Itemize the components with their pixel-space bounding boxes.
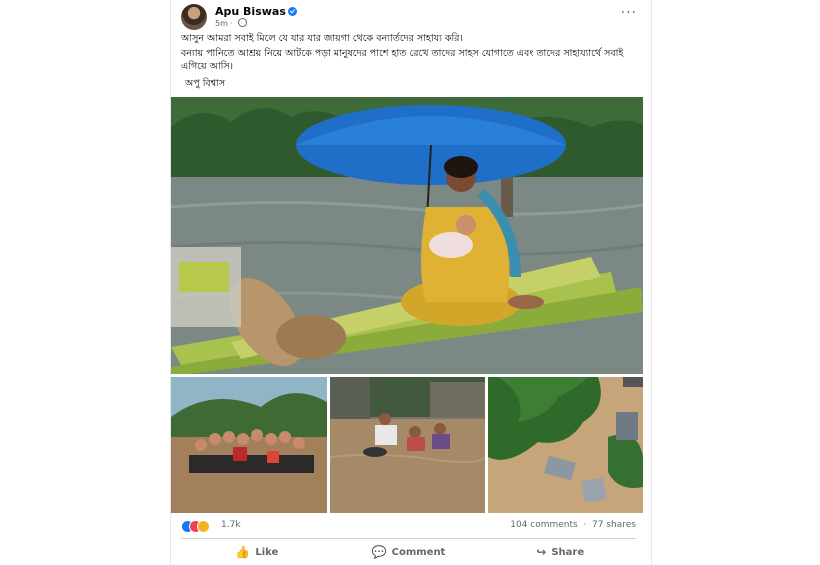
share-icon: ↪	[536, 545, 547, 559]
verified-badge-icon	[287, 7, 297, 16]
post-time[interactable]: 5m	[215, 19, 228, 28]
flood-woman-umbrella-image	[171, 97, 643, 374]
comments-count[interactable]: 104 comments	[510, 520, 578, 530]
reaction-icons[interactable]	[181, 520, 217, 533]
aerial-flood-image	[488, 377, 643, 513]
avatar[interactable]	[181, 4, 207, 30]
post-stats: 1.7k 104 comments · 77 shares	[181, 520, 636, 534]
post-actions: 👍 Like 💬 Comment ↪ Share	[181, 538, 636, 565]
more-options-icon[interactable]: ···	[621, 6, 637, 20]
care-reaction-icon	[197, 520, 210, 533]
comment-label: Comment	[391, 546, 446, 558]
globe-icon	[237, 18, 247, 27]
post-meta: 5m ·	[215, 18, 247, 28]
post-header: Apu Biswas 5m · ···	[181, 4, 641, 30]
caption-line: বন্যায় পানিতে আশ্রয় নিয়ে আটকে পড়া মা…	[181, 48, 624, 72]
thumbnail-photo-rescue-boat[interactable]	[171, 377, 327, 513]
like-icon: 👍	[235, 545, 251, 559]
share-label: Share	[551, 546, 585, 558]
rescue-boat-image	[171, 377, 327, 513]
comment-button[interactable]: 💬 Comment	[333, 539, 485, 565]
author-name[interactable]: Apu Biswas	[215, 5, 297, 18]
thumbnail-photo-aerial-flood[interactable]	[488, 377, 643, 513]
main-photo[interactable]	[171, 97, 643, 374]
author-name-text[interactable]: Apu Biswas	[215, 5, 286, 18]
thumbnail-photo-wading-people[interactable]	[330, 377, 485, 513]
caption-signature: অপু বিশ্বাস	[185, 78, 226, 89]
shares-count[interactable]: 77 shares	[592, 520, 636, 530]
like-button[interactable]: 👍 Like	[181, 539, 333, 565]
like-label: Like	[255, 546, 279, 558]
reactions-count[interactable]: 1.7k	[221, 520, 241, 530]
caption-line: আসুন আমরা সবাই মিলে যে যার যার জায়গা থে…	[181, 33, 463, 44]
facebook-post: Apu Biswas 5m · ··· আসুন আমরা সবাই মিলে …	[170, 0, 652, 565]
share-button[interactable]: ↪ Share	[484, 539, 636, 565]
comment-icon: 💬	[371, 545, 387, 559]
comments-shares-count: 104 comments · 77 shares	[510, 520, 636, 530]
post-caption: আসুন আমরা সবাই মিলে যে যার যার জায়গা থে…	[181, 32, 641, 92]
wading-people-image	[330, 377, 485, 513]
